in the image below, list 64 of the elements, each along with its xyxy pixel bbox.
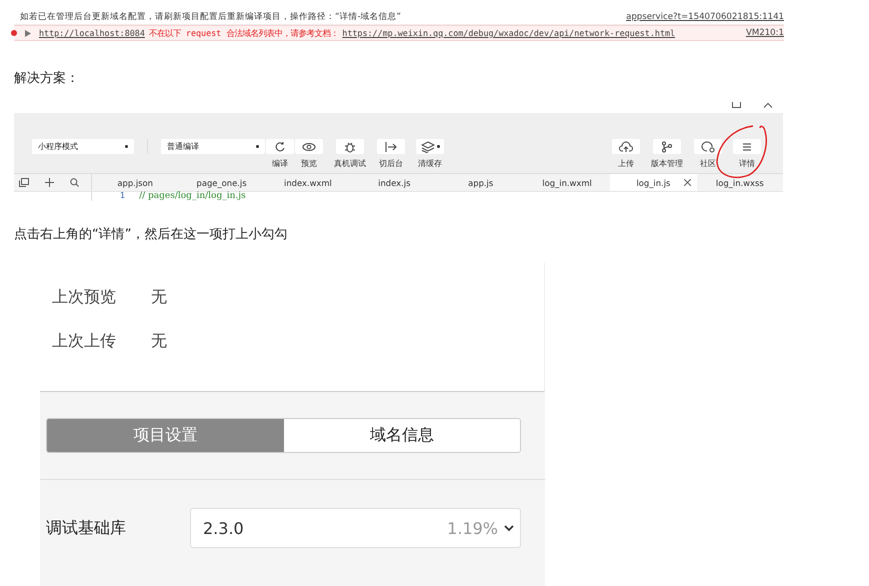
upload-tool-button[interactable] bbox=[612, 139, 640, 154]
file-tab[interactable]: log_in.wxss bbox=[696, 174, 783, 191]
file-tab[interactable]: log_in.wxml bbox=[524, 174, 610, 191]
collapse-icon[interactable] bbox=[763, 102, 773, 108]
error-message: 不在以下 request 合法域名列表中，请参考文档： bbox=[148, 28, 338, 38]
branch-icon bbox=[660, 140, 674, 152]
setting-label: 调试基础库 bbox=[46, 518, 127, 538]
copy-icon[interactable] bbox=[18, 178, 28, 187]
version-dropdown[interactable]: 2.3.0 1.19% bbox=[190, 508, 521, 548]
mode-dropdown[interactable]: 小程序模式 bbox=[32, 139, 134, 154]
console-message: 如若已在管理后台更新域名配置，请刷新项目配置后重新编译项目，操作路径：“详情-域名信息” bbox=[20, 11, 402, 23]
close-icon[interactable] bbox=[684, 179, 691, 186]
detail-value: 无 bbox=[151, 286, 167, 308]
minimize-icon[interactable] bbox=[732, 102, 741, 108]
bug-icon bbox=[343, 140, 357, 152]
plus-icon[interactable] bbox=[45, 178, 54, 187]
chevron-down-icon bbox=[504, 525, 514, 531]
source-link[interactable]: VM210:1 bbox=[746, 28, 784, 38]
section-heading: 解决方案： bbox=[14, 70, 80, 88]
file-tab[interactable]: app.json bbox=[92, 174, 178, 191]
tool-label: 编译 bbox=[272, 158, 288, 169]
file-tab[interactable]: log_in.js bbox=[610, 174, 697, 191]
cloud-upload-icon bbox=[619, 140, 633, 152]
chat-tool-button[interactable] bbox=[694, 139, 722, 154]
tool-label: 预览 bbox=[301, 158, 317, 169]
compile-dropdown[interactable]: 普通编译 bbox=[161, 139, 265, 154]
segment-tab[interactable]: 项目设置 bbox=[47, 419, 284, 452]
tool-label: 清缓存 bbox=[418, 158, 442, 169]
caption: 点击右上角的“详情”，然后在这一项打上小勾勾 bbox=[14, 226, 288, 243]
branch-tool-button[interactable] bbox=[653, 139, 681, 154]
chat-icon bbox=[701, 140, 715, 152]
tool-label: 上传 bbox=[618, 158, 634, 169]
code-comment: // pages/log_in/log_in.js bbox=[139, 192, 246, 200]
layers-tool-button[interactable] bbox=[416, 139, 444, 154]
eye-tool-button[interactable] bbox=[295, 139, 323, 154]
expand-arrow-icon[interactable] bbox=[25, 30, 31, 36]
tool-label: 切后台 bbox=[379, 158, 403, 169]
console-link[interactable]: http://localhost:8084 bbox=[39, 28, 145, 38]
error-icon bbox=[11, 30, 17, 36]
tool-label: 真机调试 bbox=[334, 158, 366, 169]
line-number: 1 bbox=[120, 192, 126, 200]
tool-label: 版本管理 bbox=[651, 158, 683, 169]
file-tab[interactable]: index.js bbox=[351, 174, 438, 191]
switch-tool-button[interactable] bbox=[377, 139, 405, 154]
file-tab[interactable]: app.js bbox=[438, 174, 524, 191]
layers-icon bbox=[420, 140, 434, 152]
arrow-icon bbox=[384, 140, 398, 152]
refresh-tool-button[interactable] bbox=[266, 139, 294, 154]
detail-label: 上次上传 bbox=[52, 330, 117, 352]
tool-label: 详情 bbox=[739, 158, 755, 169]
search-icon[interactable] bbox=[70, 178, 79, 187]
segment-tab[interactable]: 域名信息 bbox=[284, 419, 520, 452]
source-link[interactable]: appservice?t=1540706021815:1141 bbox=[626, 12, 784, 22]
menu-tool-button[interactable] bbox=[733, 139, 761, 154]
detail-label: 上次预览 bbox=[52, 286, 117, 308]
file-tab[interactable]: index.wxml bbox=[264, 174, 352, 191]
tool-label: 社区 bbox=[700, 158, 716, 169]
file-tab[interactable]: page_one.js bbox=[178, 174, 265, 191]
bug-tool-button[interactable] bbox=[336, 139, 364, 154]
menu-icon bbox=[740, 140, 754, 152]
console-link[interactable]: https://mp.weixin.qq.com/debug/wxadoc/dev/api/network-request.html bbox=[342, 28, 676, 38]
detail-value: 无 bbox=[151, 330, 167, 352]
eye-icon bbox=[302, 140, 316, 152]
refresh-icon bbox=[273, 140, 287, 152]
